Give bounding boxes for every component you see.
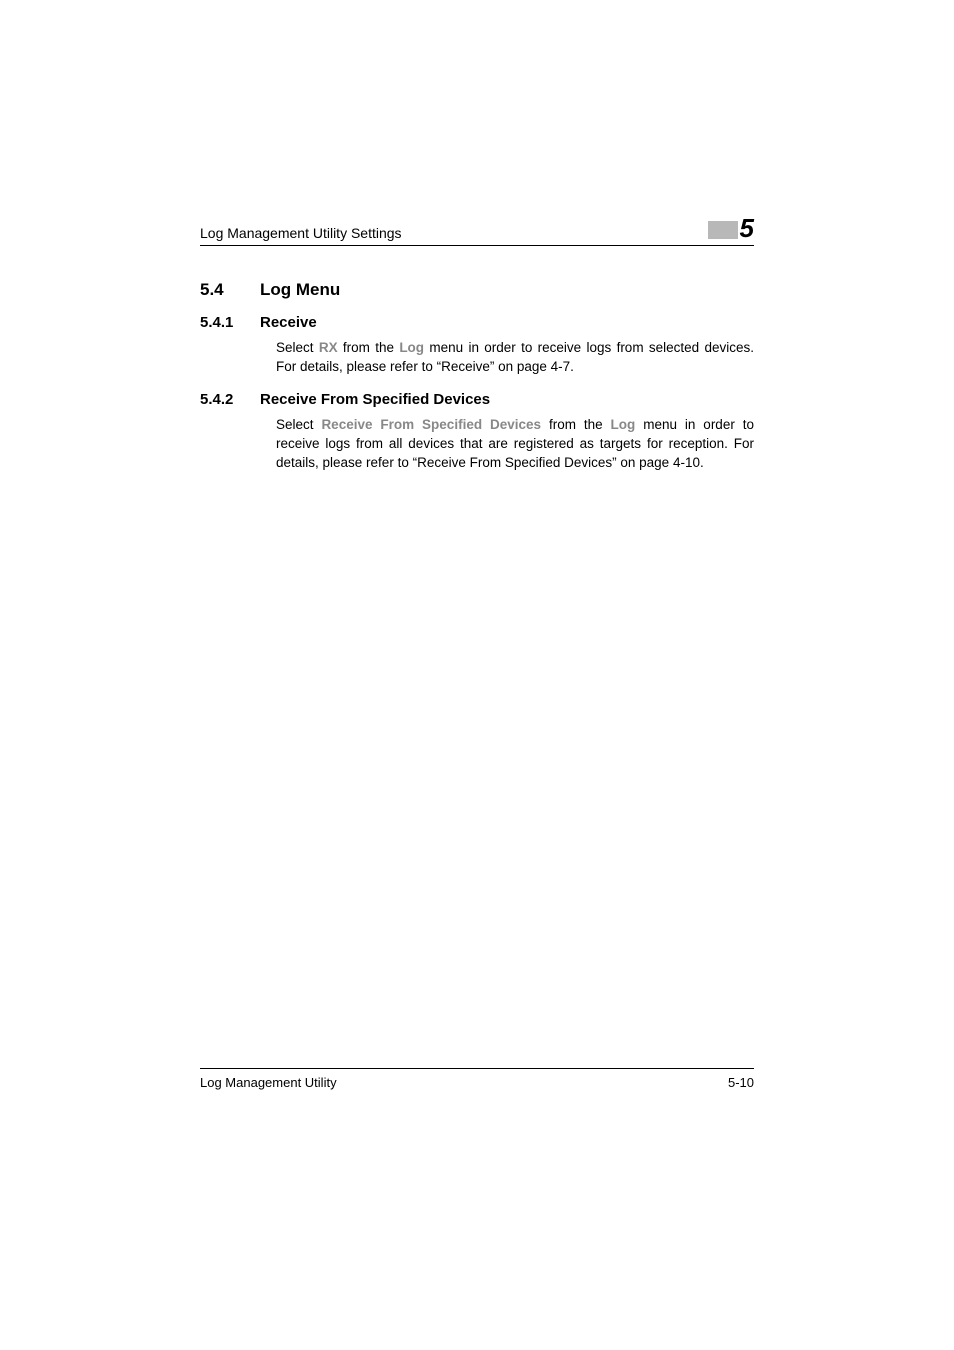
page-header: Log Management Utility Settings 5 — [200, 215, 754, 246]
emphasis-text: Log — [611, 417, 636, 432]
subsection-heading: 5.4.1 Receive — [200, 314, 754, 331]
subsection-number: 5.4.2 — [200, 391, 260, 408]
page-footer: Log Management Utility 5-10 — [200, 1068, 754, 1090]
subsection-heading: 5.4.2 Receive From Specified Devices — [200, 391, 754, 408]
header-title: Log Management Utility Settings — [200, 225, 402, 241]
chapter-number: 5 — [740, 215, 754, 241]
section-title: Log Menu — [260, 280, 340, 300]
subsection-title: Receive From Specified Devices — [260, 391, 490, 408]
chapter-indicator: 5 — [708, 215, 754, 241]
subsection-title: Receive — [260, 314, 317, 331]
emphasis-text: RX — [319, 340, 338, 355]
chapter-bar — [708, 221, 738, 239]
footer-left: Log Management Utility — [200, 1075, 337, 1090]
emphasis-text: Receive From Specified Devices — [321, 417, 541, 432]
text-fragment: Select — [276, 340, 319, 355]
body-paragraph: Select Receive From Specified Devices fr… — [276, 416, 754, 473]
text-fragment: from the — [338, 340, 400, 355]
section-heading: 5.4 Log Menu — [200, 280, 754, 300]
body-paragraph: Select RX from the Log menu in order to … — [276, 339, 754, 377]
subsection-number: 5.4.1 — [200, 314, 260, 331]
text-fragment: from the — [541, 417, 611, 432]
emphasis-text: Log — [399, 340, 424, 355]
footer-page-number: 5-10 — [728, 1075, 754, 1090]
section-number: 5.4 — [200, 280, 260, 300]
text-fragment: Select — [276, 417, 321, 432]
